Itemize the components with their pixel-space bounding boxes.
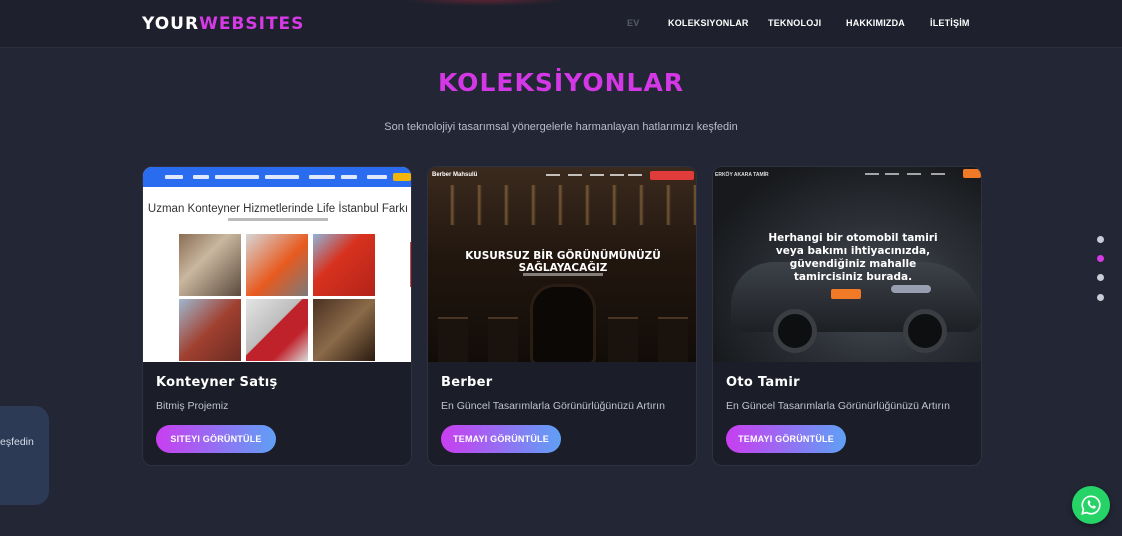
view-theme-button[interactable]: TEMAYI GÖRÜNTÜLE [441,425,561,453]
nav-item-hakkimizda[interactable]: HAKKIMIZDA [846,18,905,28]
nav-item-teknoloji[interactable]: TEKNOLOJI [768,18,821,28]
preview-barber-chair [533,287,593,362]
card-description: En Güncel Tasarımlarla Görünürlüğünüzü A… [441,400,665,412]
pager-dot-2[interactable] [1097,255,1104,262]
preview-cta [963,169,981,178]
card-description: Bitmiş Projemiz [156,400,229,412]
preview-brand: Berber Mahsulü [432,172,478,178]
top-navigation-bar: YOURWEBSITES EV KOLEKSIYONLAR TEKNOLOJI … [0,0,1122,48]
pager-dot-3[interactable] [1097,274,1104,281]
whatsapp-icon [1081,495,1101,515]
preview-heading: KUSURSUZ BİR GÖRÜNÜMÜNÜZÜ SAĞLAYACAĞIZ [465,250,661,274]
preview-photo [246,299,308,361]
card-preview-image[interactable]: Berber Mahsulü KUSURSUZ BİR GÖRÜNÜMÜNÜZÜ… [428,167,696,362]
card-preview-image[interactable]: Uzman Konteyner Hizmetlerinde Life İstan… [143,167,411,362]
section-subtitle: Son teknolojiyi tasarımsal yönergelerle … [384,121,738,133]
nav-item-ev[interactable]: EV [627,18,639,28]
preview-photo [313,299,375,361]
collection-card-berber: Berber Mahsulü KUSURSUZ BİR GÖRÜNÜMÜNÜZÜ… [427,166,697,466]
card-preview-image[interactable]: ERKÖY AKARA TAMİR Herhangi bir otomobil … [713,167,981,362]
nav-item-koleksiyonlar[interactable]: KOLEKSIYONLAR [668,18,749,28]
header-glow [400,0,570,6]
preview-subtext [523,273,603,276]
whatsapp-button[interactable] [1072,486,1110,524]
main-nav: EV KOLEKSIYONLAR TEKNOLOJI HAKKIMIZDA İL… [0,18,1122,32]
nav-item-iletisim[interactable]: İLETİŞİM [930,18,970,28]
pager-dot-4[interactable] [1097,294,1104,301]
preview-photo [179,299,241,361]
preview-subtext [228,218,328,221]
preview-brand: ERKÖY AKARA TAMİR [715,172,769,178]
preview-button [831,289,861,299]
view-theme-button[interactable]: TEMAYI GÖRÜNTÜLE [726,425,846,453]
section-title: KOLEKSİYONLAR [437,68,685,97]
card-title: Oto Tamir [726,375,800,390]
preview-cta [650,171,694,180]
card-title: Berber [441,375,493,390]
preview-heading: Herhangi bir otomobil tamiri veya bakımı… [768,232,938,283]
collection-card-oto-tamir: ERKÖY AKARA TAMİR Herhangi bir otomobil … [712,166,982,466]
preview-photo [179,234,241,296]
preview-side-tab [410,242,411,287]
preview-photo [313,234,375,296]
preview-heading: Uzman Konteyner Hizmetlerinde Life İstan… [147,203,409,215]
preview-navbar [143,167,411,187]
side-panel-text: eşfedin [0,436,34,448]
side-slide-panel[interactable]: eşfedin [0,406,49,505]
preview-lights [428,185,696,225]
card-description: En Güncel Tasarımlarla Görünürlüğünüzü A… [726,400,950,412]
collection-card-konteyner: Uzman Konteyner Hizmetlerinde Life İstan… [142,166,412,466]
preview-photo [246,234,308,296]
view-site-button[interactable]: SITEYI GÖRÜNTÜLE [156,425,276,453]
card-title: Konteyner Satış [156,375,278,390]
pager-dot-1[interactable] [1097,236,1104,243]
